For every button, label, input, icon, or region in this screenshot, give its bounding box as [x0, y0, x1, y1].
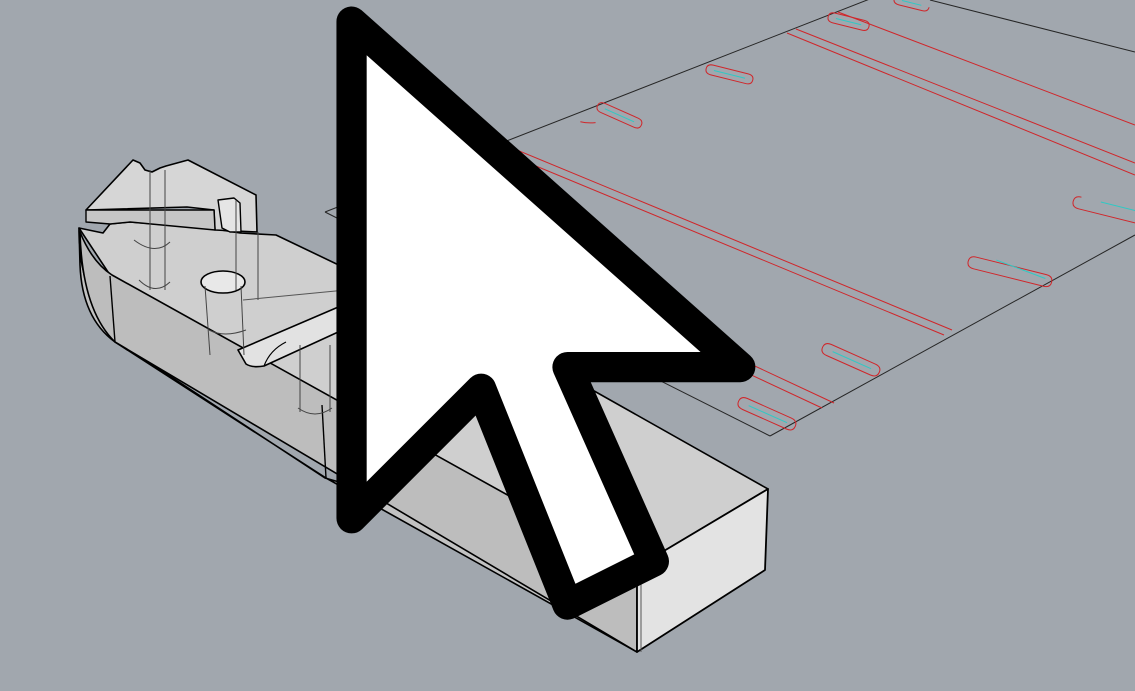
arrow-pointer-icon	[336, 6, 756, 620]
3d-viewport[interactable]	[0, 0, 1135, 691]
